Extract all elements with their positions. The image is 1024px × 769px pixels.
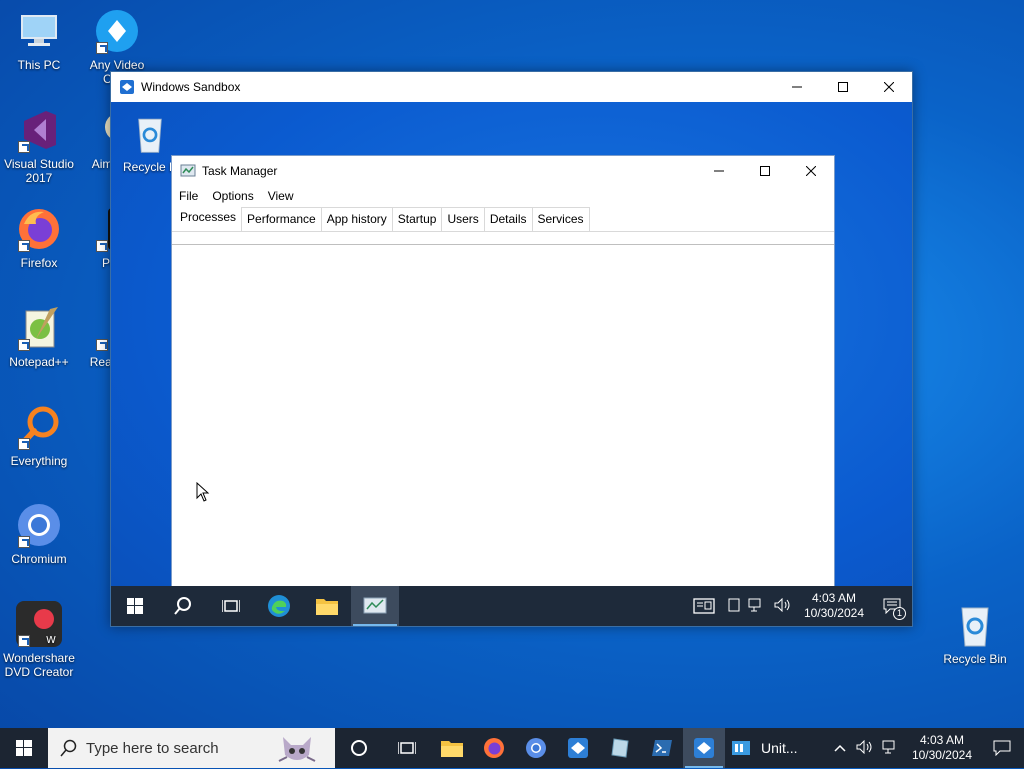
close-button[interactable] xyxy=(788,156,834,186)
volume-icon[interactable] xyxy=(770,597,796,615)
edge-icon[interactable] xyxy=(255,586,303,626)
sandbox-system-tray: 4:03 AM 10/30/2024 1 xyxy=(684,586,912,626)
notification-count-badge: 1 xyxy=(893,607,906,620)
sandbox-icon xyxy=(119,79,135,95)
menu-bar: File Options View xyxy=(172,186,834,206)
recycle-bin-icon xyxy=(130,112,170,156)
desktop-icon-recycle-bin[interactable]: Recycle Bin xyxy=(936,602,1014,666)
task-manager-icon xyxy=(180,163,196,179)
chromium-icon xyxy=(16,502,62,548)
notification-icon[interactable] xyxy=(980,728,1024,768)
host-system-tray: 4:03 AM 10/30/2024 xyxy=(828,728,1024,768)
network-icon[interactable] xyxy=(744,598,770,615)
task-manager-taskbar-button[interactable] xyxy=(351,586,399,626)
tab-startup[interactable]: Startup xyxy=(391,207,443,231)
desktop-icon-label: Everything xyxy=(10,454,68,468)
search-icon[interactable] xyxy=(159,586,207,626)
desktop-icon-everything[interactable]: Everything xyxy=(0,404,78,468)
clock-time: 4:03 AM xyxy=(919,733,964,747)
firefox-icon xyxy=(16,206,62,252)
any-video-converter-icon xyxy=(94,8,140,54)
file-explorer-icon[interactable] xyxy=(303,586,351,626)
search-box[interactable]: Type here to search xyxy=(48,728,335,768)
tab-app-history[interactable]: App history xyxy=(320,207,393,231)
wondershare-icon: W xyxy=(16,601,62,647)
desktop-icon-label: Recycle Bin xyxy=(943,652,1007,666)
start-button[interactable] xyxy=(111,586,159,626)
desktop-icon-wondershare[interactable]: W Wondershare DVD Creator xyxy=(0,601,78,679)
sandbox-window[interactable]: Windows Sandbox Recycle B Task Manager F… xyxy=(110,71,913,627)
unity-icon xyxy=(731,738,751,758)
desktop-icon-this-pc[interactable]: This PC xyxy=(0,8,78,72)
tab-performance[interactable]: Performance xyxy=(241,207,322,231)
host-clock[interactable]: 4:03 AM 10/30/2024 xyxy=(904,733,980,763)
mouse-cursor-icon xyxy=(196,481,210,507)
start-button[interactable] xyxy=(0,728,48,768)
desktop-icon-label: This PC xyxy=(17,58,61,72)
chromium-icon[interactable] xyxy=(515,728,557,768)
clock-time: 4:03 AM xyxy=(811,591,856,605)
recycle-bin-icon xyxy=(952,602,998,648)
notification-icon[interactable]: 1 xyxy=(872,586,912,626)
sandbox-desktop: Recycle B Task Manager File Options View… xyxy=(111,102,912,626)
desktop-icon-firefox[interactable]: Firefox xyxy=(0,206,78,270)
news-icon[interactable] xyxy=(684,586,724,626)
notes-app-icon[interactable] xyxy=(599,728,641,768)
tab-services[interactable]: Services xyxy=(531,207,590,231)
taskmgr-title: Task Manager xyxy=(202,164,278,178)
svg-text:W: W xyxy=(46,635,56,646)
task-view-icon[interactable] xyxy=(207,586,255,626)
taskmgr-titlebar[interactable]: Task Manager xyxy=(172,156,834,186)
sandbox-taskbar-icon[interactable] xyxy=(557,728,599,768)
close-button[interactable] xyxy=(866,72,912,102)
search-icon xyxy=(60,739,78,757)
maximize-button[interactable] xyxy=(742,156,788,186)
unity-taskbar-button[interactable]: Unit... xyxy=(725,728,806,768)
file-explorer-icon[interactable] xyxy=(431,728,473,768)
sandbox-taskbar: 4:03 AM 10/30/2024 1 xyxy=(111,586,912,626)
chevron-up-icon[interactable] xyxy=(828,741,852,755)
sandbox-titlebar[interactable]: Windows Sandbox xyxy=(111,72,912,102)
host-taskbar: Type here to search Unit... 4:03 AM 10/3… xyxy=(0,728,1024,768)
menu-file[interactable]: File xyxy=(179,189,198,203)
unity-taskbar-label: Unit... xyxy=(761,740,798,756)
keyboard-icon[interactable] xyxy=(724,598,744,615)
task-view-icon[interactable] xyxy=(383,728,431,768)
notepadpp-icon xyxy=(16,305,62,351)
tab-strip: Processes Performance App history Startu… xyxy=(172,206,834,232)
windows-sandbox-taskbar-button[interactable] xyxy=(683,728,725,768)
desktop-icon-chromium[interactable]: Chromium xyxy=(0,502,78,566)
cortana-icon[interactable] xyxy=(335,728,383,768)
desktop-icon-visual-studio[interactable]: Visual Studio 2017 xyxy=(0,107,78,185)
network-icon[interactable] xyxy=(878,740,904,757)
minimize-button[interactable] xyxy=(696,156,742,186)
desktop-icon-notepadpp[interactable]: Notepad++ xyxy=(0,305,78,369)
menu-view[interactable]: View xyxy=(268,189,294,203)
computer-icon xyxy=(16,8,62,54)
visual-studio-icon xyxy=(16,107,62,153)
processes-panel xyxy=(172,244,834,594)
tab-users[interactable]: Users xyxy=(441,207,485,231)
volume-icon[interactable] xyxy=(852,739,878,757)
maximize-button[interactable] xyxy=(820,72,866,102)
desktop-icon-label: Notepad++ xyxy=(9,355,69,369)
minimize-button[interactable] xyxy=(774,72,820,102)
desktop-icon-label: Wondershare DVD Creator xyxy=(3,651,75,679)
menu-options[interactable]: Options xyxy=(212,189,253,203)
search-highlight-icon xyxy=(277,731,317,769)
tab-processes[interactable]: Processes xyxy=(174,207,243,231)
desktop-icon-label: Chromium xyxy=(11,552,67,566)
clock-date: 10/30/2024 xyxy=(911,748,972,762)
firefox-icon[interactable] xyxy=(473,728,515,768)
tab-details[interactable]: Details xyxy=(483,207,533,231)
clock-date: 10/30/2024 xyxy=(803,606,864,620)
desktop-icon-label: Visual Studio 2017 xyxy=(4,157,74,185)
everything-search-icon xyxy=(16,404,62,450)
sandbox-clock[interactable]: 4:03 AM 10/30/2024 xyxy=(796,591,872,621)
search-placeholder: Type here to search xyxy=(86,739,219,757)
task-manager-window[interactable]: Task Manager File Options View Processes… xyxy=(171,155,835,595)
sandbox-title: Windows Sandbox xyxy=(141,80,241,94)
desktop-icon-label: Firefox xyxy=(20,256,58,270)
powershell-icon[interactable] xyxy=(641,728,683,768)
